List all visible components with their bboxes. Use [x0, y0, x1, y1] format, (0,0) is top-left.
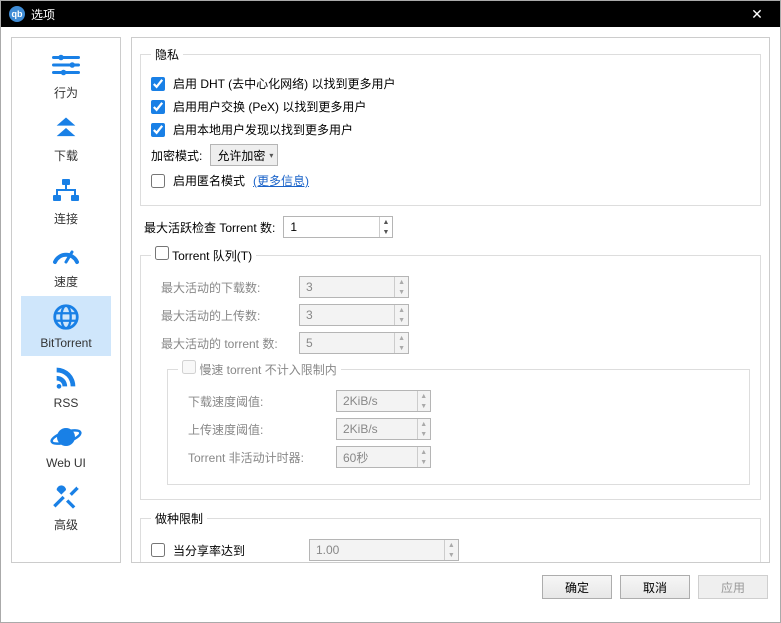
- app-logo: qb: [9, 6, 25, 22]
- privacy-legend: 隐私: [151, 46, 183, 63]
- dl-threshold-spinbox: ▲▼: [336, 390, 431, 412]
- sidebar-item-label: 高级: [54, 516, 78, 533]
- privacy-group: 隐私 启用 DHT (去中心化网络) 以找到更多用户 启用用户交换 (PeX) …: [140, 46, 761, 206]
- seed-limits-legend: 做种限制: [151, 510, 207, 527]
- active-check-label: 最大活跃检查 Torrent 数:: [144, 219, 275, 236]
- max-downloads-input: [300, 278, 394, 296]
- sidebar-item-webui[interactable]: Web UI: [21, 416, 111, 476]
- slow-enable-checkbox: [182, 360, 196, 374]
- globe-icon: [50, 300, 82, 334]
- max-active-spinbox: ▲▼: [299, 332, 409, 354]
- sidebar-item-speed[interactable]: 速度: [21, 233, 111, 296]
- network-icon: [50, 174, 82, 208]
- arrow-up-icon: ▲: [380, 217, 393, 227]
- planet-icon: [50, 420, 82, 454]
- sliders-icon: [51, 48, 81, 82]
- ratio-label: 当分享率达到: [173, 542, 301, 559]
- slow-torrents-group: 慢速 torrent 不计入限制内 下载速度阈值: ▲▼ 上传速度阈值: ▲▼: [167, 360, 750, 485]
- ok-button[interactable]: 确定: [542, 575, 612, 599]
- ratio-spinbox: ▲▼: [309, 539, 459, 561]
- sidebar-item-label: 下载: [54, 147, 78, 164]
- settings-sidebar: 行为 下载 连接 速度 BitTorrent: [11, 37, 121, 563]
- sidebar-item-label: 速度: [54, 273, 78, 290]
- download-icon: [51, 111, 81, 145]
- sidebar-item-label: BitTorrent: [40, 336, 91, 350]
- max-uploads-spinbox: ▲▼: [299, 304, 409, 326]
- dht-checkbox[interactable]: [151, 77, 165, 91]
- pex-checkbox[interactable]: [151, 100, 165, 114]
- sidebar-item-label: RSS: [54, 396, 79, 410]
- encryption-select[interactable]: 允许加密 ▾: [210, 144, 278, 166]
- anonymous-label: 启用匿名模式: [173, 172, 245, 189]
- ul-threshold-label: 上传速度阈值:: [188, 421, 328, 438]
- chevron-down-icon: ▾: [269, 151, 273, 160]
- max-active-label: 最大活动的 torrent 数:: [161, 335, 291, 352]
- max-active-input: [300, 334, 394, 352]
- sidebar-item-rss[interactable]: RSS: [21, 356, 111, 416]
- dht-label: 启用 DHT (去中心化网络) 以找到更多用户: [173, 75, 395, 92]
- more-info-link[interactable]: (更多信息): [253, 172, 309, 189]
- sidebar-item-behavior[interactable]: 行为: [21, 44, 111, 107]
- settings-panel[interactable]: 隐私 启用 DHT (去中心化网络) 以找到更多用户 启用用户交换 (PeX) …: [131, 37, 770, 563]
- max-downloads-label: 最大活动的下载数:: [161, 279, 291, 296]
- sidebar-item-connection[interactable]: 连接: [21, 170, 111, 233]
- ratio-input: [310, 541, 444, 559]
- active-check-spinbox[interactable]: ▲▼: [283, 216, 393, 238]
- arrow-down-icon: ▼: [380, 227, 393, 237]
- sidebar-item-label: 行为: [54, 84, 78, 101]
- queue-group: Torrent 队列(T) 最大活动的下载数: ▲▼ 最大活动的上传数: ▲▼ …: [140, 246, 761, 500]
- sidebar-item-label: 连接: [54, 210, 78, 227]
- sidebar-item-label: Web UI: [46, 456, 86, 470]
- tools-icon: [51, 480, 81, 514]
- ul-threshold-input: [337, 420, 417, 438]
- cancel-button[interactable]: 取消: [620, 575, 690, 599]
- max-uploads-label: 最大活动的上传数:: [161, 307, 291, 324]
- sidebar-item-advanced[interactable]: 高级: [21, 476, 111, 539]
- lsd-checkbox[interactable]: [151, 123, 165, 137]
- window-title: 选项: [31, 6, 742, 23]
- seed-limits-group: 做种限制 当分享率达到 ▲▼ 达到总做种时间时 ▲▼ 达到不活跃做种时间: [140, 510, 761, 563]
- dl-threshold-label: 下载速度阈值:: [188, 393, 328, 410]
- ul-threshold-spinbox: ▲▼: [336, 418, 431, 440]
- lsd-label: 启用本地用户发现以找到更多用户: [173, 121, 353, 138]
- apply-button: 应用: [698, 575, 768, 599]
- queue-enable-checkbox[interactable]: [155, 246, 169, 260]
- title-bar: qb 选项 ✕: [1, 1, 780, 27]
- dl-threshold-input: [337, 392, 417, 410]
- ratio-checkbox[interactable]: [151, 543, 165, 557]
- max-uploads-input: [300, 306, 394, 324]
- close-icon[interactable]: ✕: [742, 6, 772, 23]
- encryption-value: 允许加密: [217, 147, 265, 164]
- dialog-footer: 确定 取消 应用: [1, 567, 780, 607]
- slow-legend: 慢速 torrent 不计入限制内: [199, 363, 336, 377]
- anonymous-checkbox[interactable]: [151, 174, 165, 188]
- sidebar-item-bittorrent[interactable]: BitTorrent: [21, 296, 111, 356]
- sidebar-item-downloads[interactable]: 下载: [21, 107, 111, 170]
- encryption-label: 加密模式:: [151, 147, 202, 164]
- pex-label: 启用用户交换 (PeX) 以找到更多用户: [173, 98, 366, 115]
- active-check-input[interactable]: [284, 218, 378, 236]
- max-downloads-spinbox: ▲▼: [299, 276, 409, 298]
- inactivity-spinbox: ▲▼: [336, 446, 431, 468]
- inactivity-label: Torrent 非活动计时器:: [188, 449, 328, 466]
- content-area: 行为 下载 连接 速度 BitTorrent: [1, 27, 780, 567]
- gauge-icon: [50, 237, 82, 271]
- inactivity-input: [337, 448, 417, 466]
- rss-icon: [51, 360, 81, 394]
- queue-enable-label: Torrent 队列(T): [172, 249, 252, 263]
- spinner-arrows[interactable]: ▲▼: [379, 217, 393, 237]
